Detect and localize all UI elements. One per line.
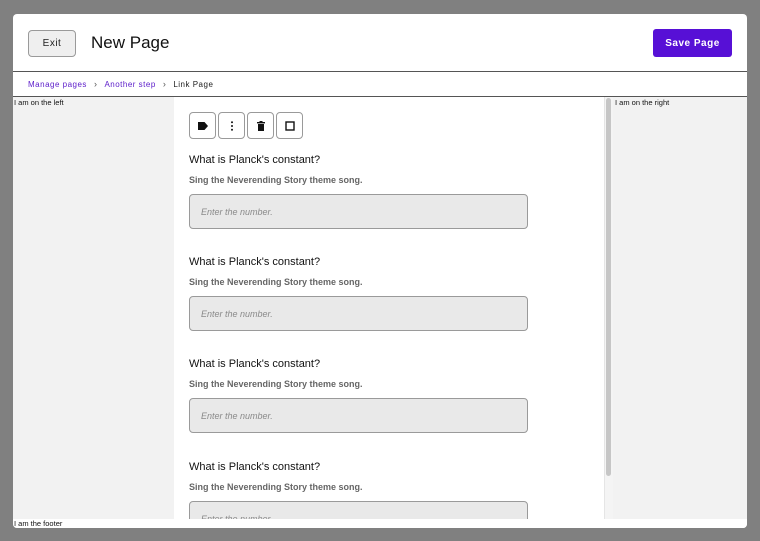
question-block: What is Planck's constant? Sing the Neve… bbox=[189, 358, 529, 433]
trash-icon bbox=[256, 120, 265, 131]
right-panel-text: I am on the right bbox=[615, 98, 670, 107]
question-title: What is Planck's constant? bbox=[189, 256, 321, 268]
more-options-button[interactable] bbox=[218, 112, 245, 139]
number-input[interactable] bbox=[189, 398, 528, 433]
square-icon bbox=[284, 120, 295, 131]
breadcrumb-current: Link Page bbox=[173, 79, 214, 89]
question-block: What is Planck's constant? Sing the Neve… bbox=[189, 461, 529, 519]
more-vertical-icon bbox=[230, 120, 233, 131]
question-description: Sing the Neverending Story theme song. bbox=[189, 277, 363, 287]
question-block: What is Planck's constant? Sing the Neve… bbox=[189, 256, 529, 331]
square-button[interactable] bbox=[276, 112, 303, 139]
header: Exit New Page Save Page bbox=[13, 14, 747, 72]
breadcrumb: Manage pages › Another step › Link Page bbox=[13, 72, 747, 97]
page-title: New Page bbox=[91, 33, 170, 52]
footer-text: I am the footer bbox=[14, 519, 63, 528]
question-description: Sing the Neverending Story theme song. bbox=[189, 379, 363, 389]
left-panel: I am on the left bbox=[13, 97, 174, 519]
question-toolbar bbox=[189, 112, 303, 139]
exit-button[interactable]: Exit bbox=[28, 30, 76, 57]
chevron-right-icon: › bbox=[93, 79, 98, 89]
footer: I am the footer bbox=[13, 519, 747, 528]
breadcrumb-another-step[interactable]: Another step bbox=[104, 80, 155, 89]
number-input[interactable] bbox=[189, 194, 528, 229]
scrollbar[interactable] bbox=[604, 97, 613, 519]
chevron-right-icon: › bbox=[162, 79, 167, 89]
breadcrumb-manage-pages[interactable]: Manage pages bbox=[28, 80, 87, 89]
scrollbar-thumb[interactable] bbox=[606, 98, 611, 476]
question-description: Sing the Neverending Story theme song. bbox=[189, 482, 363, 492]
right-panel: I am on the right bbox=[613, 97, 747, 519]
question-title: What is Planck's constant? bbox=[189, 461, 321, 473]
left-panel-text: I am on the left bbox=[14, 98, 64, 107]
save-page-button[interactable]: Save Page bbox=[653, 29, 732, 57]
question-title: What is Planck's constant? bbox=[189, 154, 321, 166]
question-title: What is Planck's constant? bbox=[189, 358, 321, 370]
page-editor-modal: Exit New Page Save Page Manage pages › A… bbox=[13, 14, 747, 528]
question-description: Sing the Neverending Story theme song. bbox=[189, 175, 363, 185]
number-input[interactable] bbox=[189, 296, 528, 331]
tag-icon bbox=[197, 121, 208, 130]
number-input[interactable] bbox=[189, 501, 528, 519]
main-content[interactable]: What is Planck's constant? Sing the Neve… bbox=[174, 97, 613, 519]
tag-button[interactable] bbox=[189, 112, 216, 139]
question-block: What is Planck's constant? Sing the Neve… bbox=[189, 154, 529, 229]
delete-button[interactable] bbox=[247, 112, 274, 139]
